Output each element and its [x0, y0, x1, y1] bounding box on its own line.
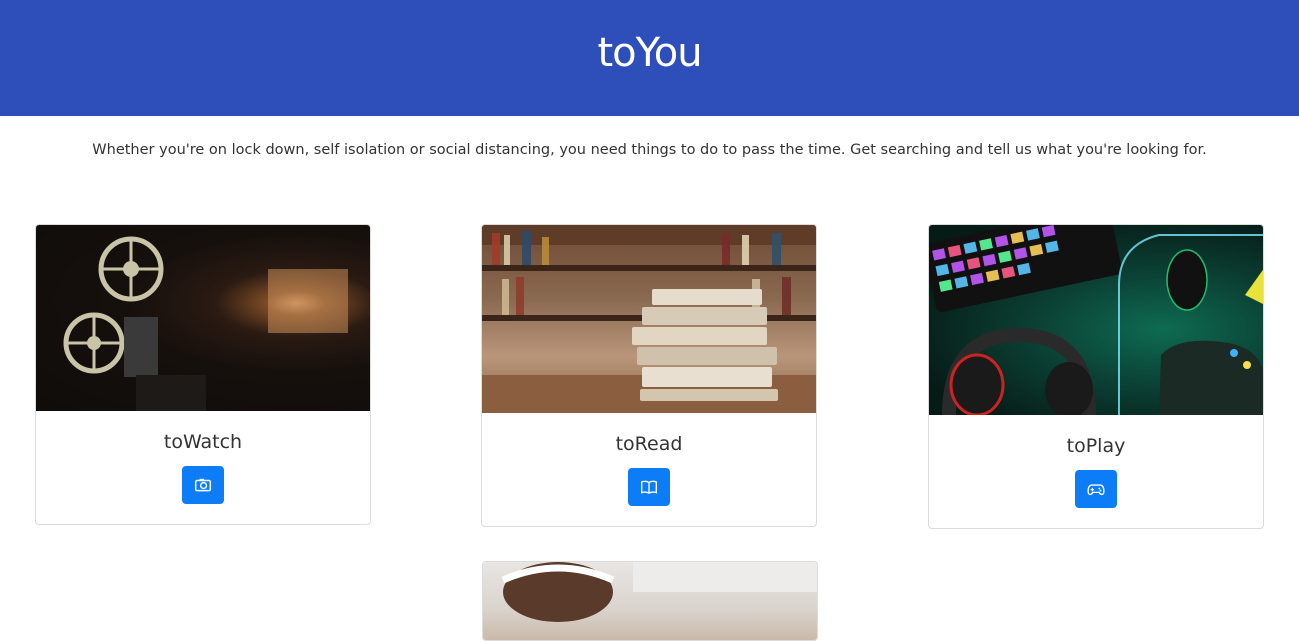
card-toread: toRead — [481, 224, 817, 527]
card-title: toWatch — [163, 431, 243, 453]
card-partial — [482, 561, 818, 641]
film-projector-image — [36, 225, 370, 411]
person-lying-image — [483, 562, 817, 640]
books-stack-image — [482, 225, 816, 413]
gaming-setup-image — [929, 225, 1263, 415]
card-title: toPlay — [1066, 435, 1126, 457]
card-towatch: toWatch — [35, 224, 371, 525]
site-header: toYou — [0, 0, 1299, 116]
camera-icon — [194, 478, 212, 492]
card-toplay: toPlay — [928, 224, 1264, 529]
tagline: Whether you're on lock down, self isolat… — [92, 142, 1207, 158]
card-title: toRead — [615, 433, 683, 455]
towatch-button[interactable] — [182, 466, 224, 504]
book-icon — [641, 480, 657, 494]
site-logo[interactable]: toYou — [597, 30, 702, 76]
toread-button[interactable] — [628, 468, 670, 506]
toplay-button[interactable] — [1075, 470, 1117, 508]
gamepad-icon — [1087, 484, 1105, 496]
